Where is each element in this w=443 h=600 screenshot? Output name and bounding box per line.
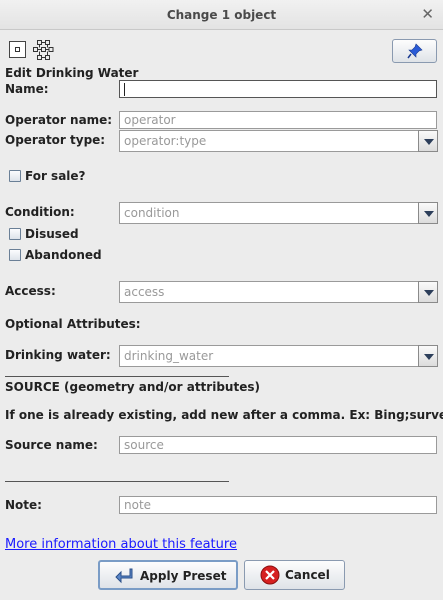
note-input[interactable]: note (119, 496, 437, 514)
access-dropdown-button[interactable] (418, 281, 438, 303)
separator (5, 376, 229, 377)
window-titlebar: Change 1 object ✕ (0, 0, 443, 30)
access-combo[interactable]: access (119, 281, 438, 303)
condition-label: Condition: (5, 205, 75, 219)
close-icon[interactable]: ✕ (421, 5, 434, 23)
source-heading: SOURCE (geometry and/or attributes) (5, 380, 260, 394)
text-cursor (124, 83, 125, 96)
chevron-down-icon (424, 290, 434, 296)
condition-value: condition (124, 206, 180, 220)
source-name-label: Source name: (5, 438, 98, 452)
access-label: Access: (5, 284, 56, 298)
abandoned-label: Abandoned (25, 248, 102, 262)
apply-preset-label: Apply Preset (140, 569, 227, 583)
chevron-down-icon (424, 354, 434, 360)
pin-icon (407, 43, 423, 59)
separator (5, 481, 229, 482)
drinking-water-dropdown-button[interactable] (418, 345, 438, 367)
optional-attributes-heading: Optional Attributes: (5, 317, 141, 331)
access-value: access (124, 285, 165, 299)
source-hint: If one is already existing, add new afte… (5, 408, 443, 422)
operator-name-label: Operator name: (5, 113, 113, 127)
for-sale-checkbox[interactable] (9, 170, 21, 182)
apply-arrow-icon (115, 568, 133, 584)
abandoned-checkbox[interactable] (9, 249, 21, 261)
operator-name-input[interactable]: operator (119, 111, 437, 129)
chevron-down-icon (424, 211, 434, 217)
drinking-water-combo[interactable]: drinking_water (119, 345, 438, 367)
window-title: Change 1 object (166, 8, 277, 22)
for-sale-label: For sale? (25, 169, 86, 183)
condition-combo[interactable]: condition (119, 202, 438, 224)
disused-label: Disused (25, 227, 79, 241)
operator-type-combo[interactable]: operator:type (119, 130, 438, 152)
cancel-button[interactable]: Cancel (244, 560, 345, 590)
operator-type-value: operator:type (124, 134, 207, 148)
pin-button[interactable] (392, 39, 437, 63)
source-name-input[interactable]: source (119, 436, 437, 454)
name-label: Name: (5, 82, 49, 96)
preset-icon (32, 39, 54, 61)
cancel-label: Cancel (285, 568, 330, 582)
apply-preset-button[interactable]: Apply Preset (98, 560, 238, 590)
drinking-water-label: Drinking water: (5, 348, 111, 362)
preset-heading: Edit Drinking Water (5, 66, 139, 80)
note-label: Note: (5, 498, 42, 512)
operator-type-dropdown-button[interactable] (418, 130, 438, 152)
node-icon (9, 41, 26, 58)
drinking-water-value: drinking_water (124, 349, 214, 363)
more-info-link[interactable]: More information about this feature (5, 537, 237, 552)
condition-dropdown-button[interactable] (418, 202, 438, 224)
cancel-icon (260, 565, 280, 585)
name-input[interactable] (119, 80, 437, 98)
disused-checkbox[interactable] (9, 228, 21, 240)
chevron-down-icon (424, 139, 434, 145)
operator-type-label: Operator type: (5, 133, 106, 147)
